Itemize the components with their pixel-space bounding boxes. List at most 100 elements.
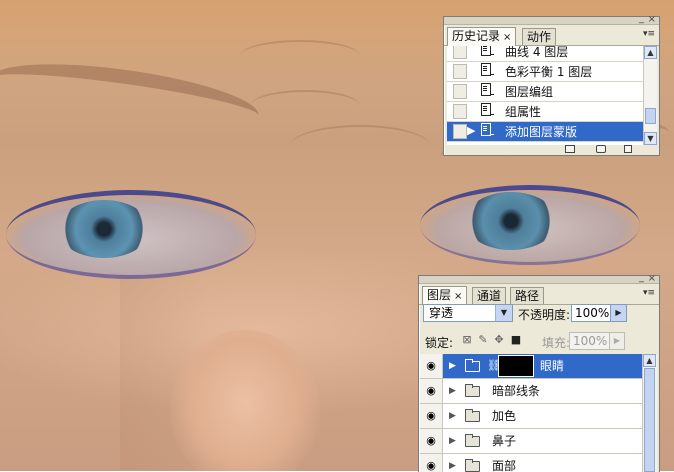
- scroll-thumb[interactable]: [645, 108, 656, 124]
- history-scrollbar[interactable]: ▲ ▼: [643, 46, 657, 145]
- history-item-label: 曲线 4 图层: [505, 46, 569, 59]
- lock-position-icon[interactable]: ✥: [493, 334, 505, 346]
- layer-row-selected[interactable]: ◉ ▶ ⛓ 眼睛: [420, 354, 642, 379]
- tab-channels-label: 通道: [477, 289, 502, 303]
- tab-actions-label: 动作: [527, 30, 552, 44]
- fill-value: 100%: [573, 334, 608, 348]
- visibility-eye-icon[interactable]: ◉: [420, 379, 443, 403]
- expand-triangle-icon[interactable]: ▶: [449, 429, 456, 453]
- history-item[interactable]: 图层编组: [447, 82, 643, 102]
- trash-icon[interactable]: [624, 145, 632, 153]
- layer-name: 加色: [492, 409, 517, 423]
- history-item-label: 组属性: [505, 105, 542, 119]
- panel-titlebar[interactable]: _ ×: [444, 14, 659, 25]
- right-iris: [465, 192, 557, 250]
- panel-menu-icon[interactable]: ▾≡: [643, 29, 655, 39]
- opacity-slider-arrow-icon[interactable]: ▶: [610, 304, 627, 322]
- layers-list: ◉ ▶ ⛓ 眼睛 ◉ ▶ 暗部线条 ◉ ▶ 加色 ◉ ▶ 鼻子 ◉ ▶ 面部: [420, 354, 642, 472]
- visibility-eye-icon[interactable]: ◉: [420, 354, 443, 378]
- forehead-wrinkle: [250, 90, 360, 122]
- history-tabs: 历史记录 × 动作 ▾≡: [444, 25, 659, 46]
- history-brush-source[interactable]: [453, 84, 467, 99]
- history-brush-source[interactable]: [453, 124, 467, 139]
- layer-name: 鼻子: [492, 434, 517, 448]
- expand-triangle-icon[interactable]: ▶: [449, 379, 456, 403]
- layer-name: 眼睛: [540, 359, 565, 373]
- panel-titlebar[interactable]: _ ×: [419, 273, 659, 284]
- history-brush-source[interactable]: [453, 104, 467, 119]
- expand-triangle-icon[interactable]: ▶: [449, 354, 456, 378]
- layer-mask-thumbnail[interactable]: [498, 355, 534, 377]
- nose: [170, 330, 320, 471]
- blend-mode-select[interactable]: 穿透 ▼: [423, 304, 513, 322]
- folder-icon: [465, 409, 480, 422]
- history-item-label: 图层编组: [505, 85, 554, 99]
- opacity-value: 100%: [575, 306, 610, 320]
- history-brush-source[interactable]: [453, 46, 467, 59]
- history-brush-source[interactable]: [453, 64, 467, 79]
- forehead-wrinkle: [290, 125, 430, 167]
- visibility-eye-icon[interactable]: ◉: [420, 454, 443, 472]
- visibility-eye-icon[interactable]: ◉: [420, 429, 443, 453]
- close-icon[interactable]: ×: [648, 15, 656, 25]
- layer-name: 暗部线条: [492, 384, 541, 398]
- fill-slider-arrow-icon[interactable]: ▶: [609, 332, 625, 350]
- tab-actions[interactable]: 动作: [522, 28, 557, 45]
- tab-close-icon[interactable]: ×: [503, 32, 511, 43]
- expand-triangle-icon[interactable]: ▶: [449, 404, 456, 428]
- tab-channels[interactable]: 通道: [472, 287, 507, 304]
- history-state-icon: [481, 103, 493, 118]
- folder-icon: [465, 434, 480, 447]
- tab-close-icon[interactable]: ×: [454, 291, 462, 302]
- minimize-icon[interactable]: _: [639, 14, 644, 24]
- history-state-icon: [481, 83, 493, 98]
- new-document-from-state-icon[interactable]: [565, 145, 575, 153]
- lock-all-icon[interactable]: ■: [510, 334, 522, 346]
- history-list: 曲线 4 图层 色彩平衡 1 图层 图层编组 组属性 ▶ 添加图层蒙版: [447, 46, 643, 145]
- layers-tabs: 图层 × 通道 路径 ▾≡: [419, 284, 659, 305]
- current-state-arrow-icon: ▶: [467, 124, 476, 137]
- history-panel: _ × 历史记录× 动作 ▾≡ 曲线 4 图层 色彩平衡 1 图层 图层编组: [443, 14, 660, 156]
- history-footer: [444, 145, 659, 155]
- history-item[interactable]: 组属性: [447, 102, 643, 122]
- minimize-icon[interactable]: _: [639, 273, 644, 283]
- folder-icon: [465, 359, 480, 372]
- folder-icon: [465, 384, 480, 397]
- layer-row[interactable]: ◉ ▶ 暗部线条: [420, 379, 642, 404]
- tab-layers[interactable]: 图层 ×: [422, 286, 468, 305]
- close-icon[interactable]: ×: [648, 274, 656, 284]
- chevron-down-icon[interactable]: ▼: [495, 305, 512, 321]
- history-item-selected[interactable]: ▶ 添加图层蒙版: [447, 122, 643, 142]
- scroll-down-icon[interactable]: ▼: [644, 132, 657, 145]
- folder-icon: [465, 459, 480, 472]
- history-item[interactable]: 色彩平衡 1 图层: [447, 62, 643, 82]
- layers-panel: _ × 图层 × 通道 路径 ▾≡ 穿透 ▼ 不透明度: 100% ▶ 锁定: ⊠…: [418, 273, 660, 472]
- forehead-wrinkle: [240, 40, 360, 72]
- panel-menu-icon[interactable]: ▾≡: [643, 288, 655, 298]
- layer-name: 面部: [492, 459, 517, 472]
- tab-paths-label: 路径: [515, 289, 540, 303]
- history-state-icon: [481, 46, 493, 58]
- layer-row[interactable]: ◉ ▶ 加色: [420, 404, 642, 429]
- history-item[interactable]: 曲线 4 图层: [447, 46, 643, 62]
- lock-transparent-pixels-icon[interactable]: ⊠: [461, 334, 473, 346]
- history-item-label: 色彩平衡 1 图层: [505, 65, 593, 79]
- opacity-label: 不透明度:: [518, 308, 571, 322]
- visibility-eye-icon[interactable]: ◉: [420, 404, 443, 428]
- tab-history[interactable]: 历史记录 ×: [447, 27, 517, 46]
- scroll-up-icon[interactable]: ▲: [644, 46, 657, 59]
- layer-row[interactable]: ◉ ▶ 面部: [420, 454, 642, 472]
- scroll-up-icon[interactable]: ▲: [643, 354, 656, 367]
- blend-mode-value: 穿透: [429, 306, 454, 320]
- lock-image-pixels-icon[interactable]: ✎: [477, 334, 489, 346]
- history-state-icon: [481, 63, 493, 78]
- snapshot-camera-icon[interactable]: [596, 145, 606, 153]
- expand-triangle-icon[interactable]: ▶: [449, 454, 456, 472]
- tab-layers-label: 图层: [427, 288, 452, 302]
- scroll-thumb[interactable]: [644, 368, 655, 472]
- tab-history-label: 历史记录: [452, 29, 501, 43]
- layers-scrollbar[interactable]: ▲: [642, 354, 657, 472]
- history-item-label: 添加图层蒙版: [505, 125, 578, 139]
- layer-row[interactable]: ◉ ▶ 鼻子: [420, 429, 642, 454]
- tab-paths[interactable]: 路径: [510, 287, 545, 304]
